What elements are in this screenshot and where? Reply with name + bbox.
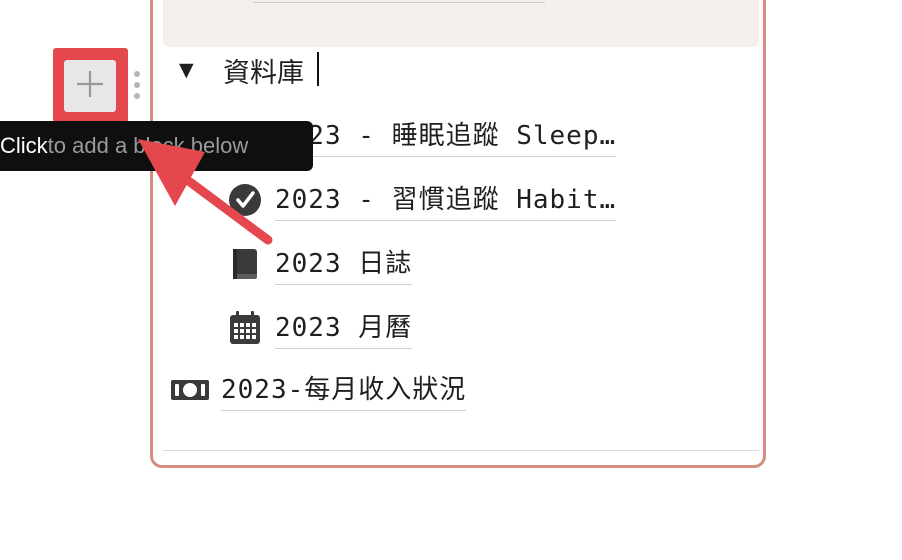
annotation-arrow xyxy=(138,139,273,245)
